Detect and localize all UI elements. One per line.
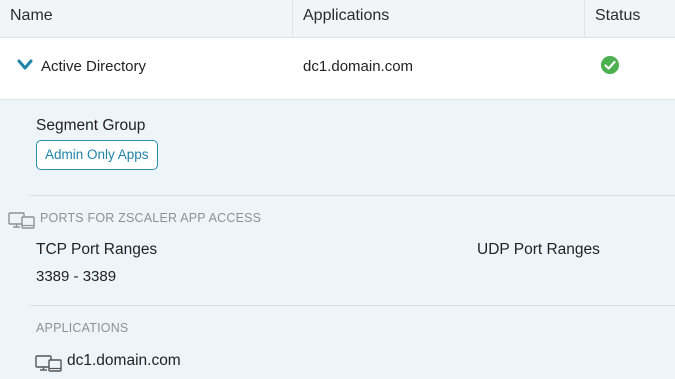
chevron-down-icon[interactable] bbox=[17, 58, 33, 72]
column-header-status[interactable]: Status bbox=[585, 0, 675, 38]
check-circle-icon bbox=[601, 56, 619, 74]
segment-group-link[interactable]: Admin Only Apps bbox=[36, 140, 158, 170]
column-header-applications[interactable]: Applications bbox=[293, 0, 585, 38]
divider bbox=[29, 305, 675, 306]
udp-port-ranges-label: UDP Port Ranges bbox=[477, 241, 600, 258]
row-application: dc1.domain.com bbox=[303, 58, 414, 75]
expanded-detail-panel: Segment Group Admin Only Apps PORTS FOR … bbox=[0, 100, 675, 379]
table-header: Name Applications Status bbox=[0, 0, 675, 38]
segment-group-label: Segment Group bbox=[36, 117, 146, 134]
applications-section-title: APPLICATIONS bbox=[36, 321, 129, 335]
divider bbox=[29, 195, 675, 196]
table-row[interactable]: Active Directory dc1.domain.com bbox=[0, 38, 675, 100]
ports-section-title: PORTS FOR ZSCALER APP ACCESS bbox=[40, 211, 262, 225]
tcp-port-ranges-label: TCP Port Ranges bbox=[36, 241, 158, 258]
devices-icon bbox=[8, 212, 35, 229]
tcp-port-range-value: 3389 - 3389 bbox=[36, 268, 117, 285]
devices-icon bbox=[35, 355, 62, 372]
application-item: dc1.domain.com bbox=[67, 352, 181, 369]
row-name: Active Directory bbox=[41, 58, 147, 75]
column-header-name[interactable]: Name bbox=[0, 0, 293, 38]
